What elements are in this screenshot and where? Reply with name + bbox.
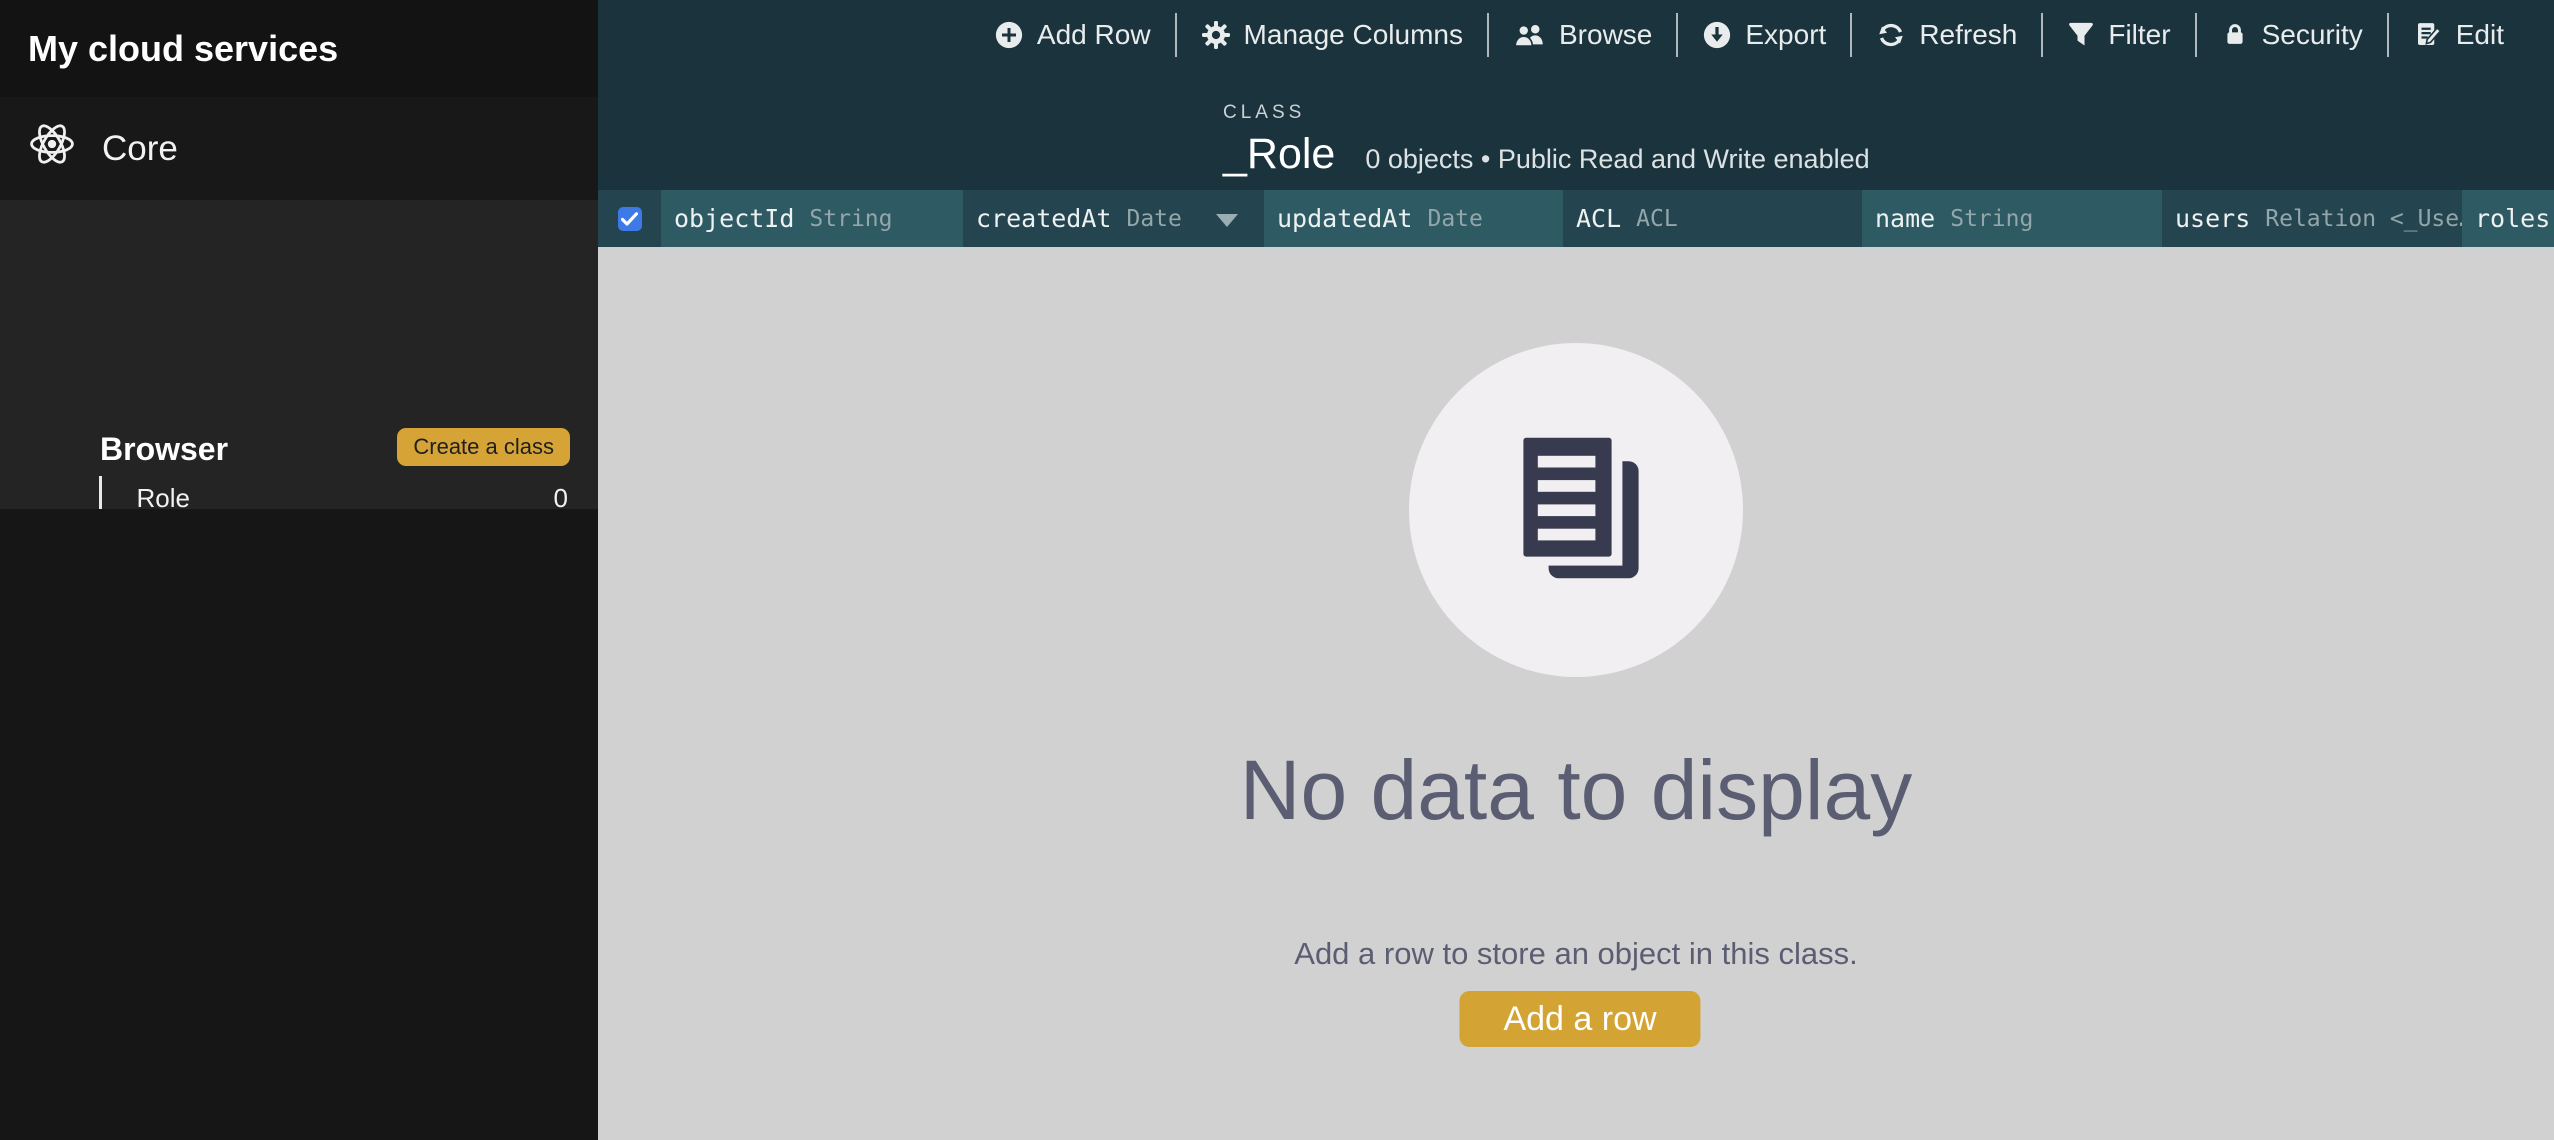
add-row-toolbar-button[interactable]: Add Row bbox=[970, 19, 1175, 51]
sidebar-item-core[interactable]: Core bbox=[0, 97, 598, 200]
toolbar: Add Row bbox=[598, 0, 2554, 70]
column-header-users[interactable]: users Relation <_Use… bbox=[2162, 190, 2462, 247]
class-eyebrow-label: CLASS bbox=[1223, 102, 1870, 124]
export-toolbar-button[interactable]: Export bbox=[1678, 19, 1850, 51]
toolbar-separator bbox=[1175, 13, 1177, 57]
download-circle-icon bbox=[1702, 20, 1732, 50]
add-a-row-button[interactable]: Add a row bbox=[1459, 991, 1700, 1047]
users-icon bbox=[1513, 20, 1546, 50]
select-all-cell bbox=[598, 190, 661, 247]
sidebar: My cloud services Core Browser Create a … bbox=[0, 0, 598, 1140]
toolbar-separator bbox=[2387, 13, 2389, 57]
class-name-title: _Role bbox=[1223, 130, 1335, 179]
edit-icon bbox=[2413, 20, 2443, 50]
empty-state-badge bbox=[1409, 343, 1743, 677]
plus-circle-icon bbox=[994, 20, 1024, 50]
toolbar-separator bbox=[1676, 13, 1678, 57]
select-all-checkbox[interactable] bbox=[618, 207, 642, 231]
lock-icon bbox=[2221, 20, 2249, 50]
column-header-roles[interactable]: roles bbox=[2462, 190, 2554, 247]
empty-state-subtitle: Add a row to store an object in this cla… bbox=[598, 936, 2554, 972]
column-header-name[interactable]: name String bbox=[1862, 190, 2162, 247]
class-meta-text: 0 objects • Public Read and Write enable… bbox=[1365, 144, 1869, 175]
edit-toolbar-button[interactable]: Edit bbox=[2389, 19, 2528, 51]
sort-desc-icon[interactable] bbox=[1216, 214, 1238, 227]
class-header: CLASS _Role 0 objects • Public Read and … bbox=[1223, 102, 1870, 179]
atom-icon bbox=[26, 118, 78, 179]
refresh-toolbar-button[interactable]: Refresh bbox=[1852, 19, 2041, 51]
toolbar-separator bbox=[2195, 13, 2197, 57]
refresh-icon bbox=[1876, 20, 1906, 50]
toolbar-separator bbox=[1850, 13, 1852, 57]
filter-toolbar-button[interactable]: Filter bbox=[2043, 19, 2194, 51]
column-header-updatedat[interactable]: updatedAt Date bbox=[1264, 190, 1563, 247]
security-toolbar-button[interactable]: Security bbox=[2197, 19, 2387, 51]
toolbar-separator bbox=[1487, 13, 1489, 57]
create-class-button[interactable]: Create a class bbox=[397, 428, 570, 466]
table-header-row: objectId String createdAt Date updatedAt… bbox=[598, 190, 2554, 247]
documents-icon bbox=[1509, 434, 1644, 587]
parse-dashboard-page: My cloud services Core Browser Create a … bbox=[0, 0, 2554, 1140]
browser-section: Browser Create a class _Role 0 _User 0 L… bbox=[0, 200, 598, 509]
browse-toolbar-button[interactable]: Browse bbox=[1489, 19, 1676, 51]
manage-columns-toolbar-button[interactable]: Manage Columns bbox=[1177, 19, 1487, 51]
core-label: Core bbox=[102, 129, 178, 169]
column-header-createdat[interactable]: createdAt Date bbox=[963, 190, 1264, 247]
toolbar-separator bbox=[2041, 13, 2043, 57]
filter-icon bbox=[2067, 21, 2095, 49]
browser-heading: Browser bbox=[100, 431, 228, 468]
column-header-acl[interactable]: ACL ACL bbox=[1563, 190, 1862, 247]
column-header-objectid[interactable]: objectId String bbox=[661, 190, 963, 247]
sidebar-footer-area bbox=[0, 509, 598, 1140]
gear-icon bbox=[1201, 20, 1231, 50]
app-title: My cloud services bbox=[0, 0, 598, 97]
empty-state-title: No data to display bbox=[598, 746, 2554, 834]
